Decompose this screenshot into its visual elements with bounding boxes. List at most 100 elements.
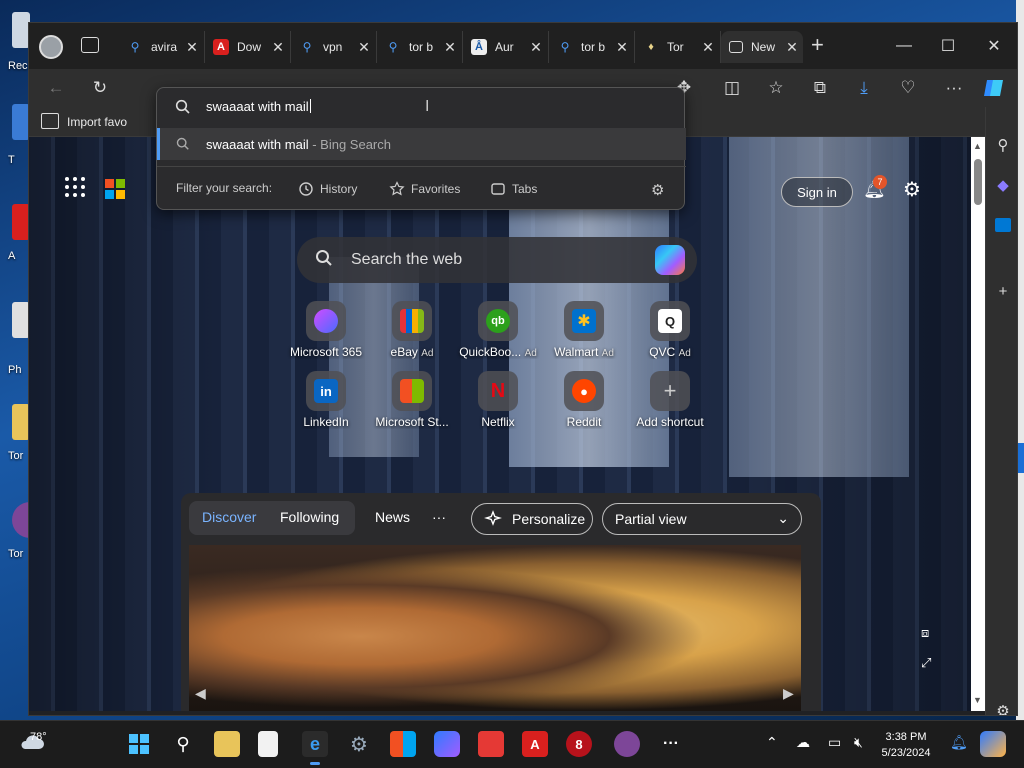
avira-taskbar-icon[interactable]: A [522,731,548,757]
volume-muted-icon[interactable]: 🔇︎ [854,734,863,751]
desktop-icon-5[interactable]: Tor [0,498,30,568]
view-mode-dropdown[interactable]: Partial view ⌄ [602,503,802,535]
news-hero-image[interactable]: ◀ ▶ [189,545,801,711]
tab-3[interactable]: ⚲ vpn ✕ [291,31,377,63]
app-launcher-icon[interactable] [65,177,85,197]
scroll-up-icon[interactable]: ▲ [973,141,982,151]
suggestion-bing-search[interactable]: swaaaat with mail - Bing Search [157,128,686,160]
close-tab-icon[interactable]: ✕ [357,39,371,56]
desktop-icon-3[interactable]: Ph [0,298,30,376]
display-icon[interactable]: ▭ [828,734,841,751]
profile-avatar[interactable] [39,35,63,59]
tab-2[interactable]: A Dow ✕ [205,31,291,63]
copilot-app-icon[interactable] [434,731,460,757]
favorites-button[interactable]: ☆ [761,73,791,103]
app-red-icon[interactable] [478,731,504,757]
system-clock[interactable]: 3:38 PM 5/23/2024 [868,729,944,761]
downloads-button[interactable]: ⤓ [849,73,879,103]
tab-discover[interactable]: Discover [202,509,256,525]
tab-following[interactable]: Following [280,509,339,525]
cloud-offline-icon[interactable]: ☁ [796,734,810,751]
expand-icon[interactable]: ⤢ [921,655,931,671]
filter-favorites[interactable]: Favorites [389,181,460,197]
shortcut-quickbooks[interactable]: qb QuickBoo... Ad [453,301,543,367]
back-button[interactable]: ← [41,73,71,103]
close-tab-icon[interactable]: ✕ [529,39,543,56]
shortcut-netflix[interactable]: N Netflix [453,371,543,437]
desktop-icon-4[interactable]: Tor [0,400,30,470]
new-tab-button[interactable]: + [811,34,824,56]
close-tab-icon[interactable]: ✕ [785,39,799,56]
filter-tabs[interactable]: Tabs [490,181,537,197]
more-apps-icon[interactable]: ··· [658,731,684,757]
notifications-bell-icon[interactable]: 🔔︎ [950,734,968,751]
minimize-button[interactable]: — [881,31,927,61]
weather-widget[interactable]: 78° [18,731,47,756]
taskbar-search-icon[interactable]: ⚲ [170,731,196,757]
carousel-next-icon[interactable]: ▶ [783,685,794,702]
security-app-icon[interactable]: 8 [566,731,592,757]
microsoft-store-icon[interactable] [390,731,416,757]
address-input[interactable]: swaaaat with mail [206,99,311,114]
browser-essentials-button[interactable]: ♡ [893,73,923,103]
shortcut-qvc[interactable]: Q QVC Ad [625,301,715,367]
tab-news[interactable]: News [375,509,410,525]
tab-8-active[interactable]: New ✕ [721,31,803,63]
refresh-button[interactable]: ↻ [85,73,115,103]
add-shortcut-button[interactable]: + Add shortcut [625,371,715,437]
tor-browser-taskbar-icon[interactable] [614,731,640,757]
sidebar-settings-icon[interactable]: ⚙ [991,699,1015,715]
shortcut-linkedin[interactable]: in LinkedIn [281,371,371,437]
sidebar-outlook-icon[interactable] [991,213,1015,237]
close-window-button[interactable]: ✕ [971,31,1017,61]
carousel-prev-icon[interactable]: ◀ [195,685,206,702]
scroll-down-icon[interactable]: ▼ [973,695,982,705]
search-settings-gear-icon[interactable]: ⚙ [651,181,664,199]
page-settings-gear-icon[interactable]: ⚙ [903,177,921,202]
maximize-button[interactable]: ☐ [925,31,971,61]
desktop-icon-1[interactable]: T [0,100,30,170]
tab-6[interactable]: ⚲ tor b ✕ [549,31,635,63]
notepad-icon[interactable] [258,731,278,757]
close-tab-icon[interactable]: ✕ [185,39,199,56]
more-tabs-button[interactable]: ··· [432,509,446,525]
split-screen-button[interactable]: ◫ [717,73,747,103]
copilot-pre-icon[interactable] [980,731,1006,757]
sign-in-button[interactable]: Sign in [781,177,853,207]
background-image-info-icon[interactable]: ⧈ [921,625,929,641]
filter-history[interactable]: History [298,181,357,197]
page-scrollbar[interactable]: ▲ ▼ [971,137,985,711]
settings-more-button[interactable]: ··· [939,73,969,103]
shortcut-microsoft-365[interactable]: Microsoft 365 [281,301,371,367]
sidebar-search-icon[interactable]: ⚲ [991,133,1015,157]
desktop-icon-2[interactable]: A [0,200,30,270]
tab-4[interactable]: ⚲ tor b ✕ [377,31,463,63]
shortcut-microsoft-store[interactable]: Microsoft St... [367,371,457,437]
copilot-button[interactable] [979,73,1009,103]
tab-actions-icon[interactable] [81,37,99,53]
web-search-box[interactable]: Search the web [297,237,697,283]
scrollbar-thumb[interactable] [974,159,982,205]
close-tab-icon[interactable]: ✕ [443,39,457,56]
close-tab-icon[interactable]: ✕ [615,39,629,56]
start-button[interactable] [126,731,152,757]
collections-button[interactable]: ⧉ [805,73,835,103]
sidebar-add-icon[interactable]: + [991,279,1015,303]
file-explorer-icon[interactable] [214,731,240,757]
personalize-button[interactable]: Personalize [471,503,593,535]
address-input-row[interactable]: swaaaat with mail I [157,88,686,126]
tray-overflow-chevron-icon[interactable]: ⌃ [766,734,778,751]
settings-app-icon[interactable]: ⚙ [346,731,372,757]
shortcut-walmart[interactable]: ✱ Walmart Ad [539,301,629,367]
internet-explorer-icon[interactable]: e [302,731,328,765]
close-tab-icon[interactable]: ✕ [701,39,715,56]
copilot-icon[interactable] [655,245,685,275]
tab-5[interactable]: Å Aur ✕ [463,31,549,63]
close-tab-icon[interactable]: ✕ [271,39,285,56]
desktop-icon-recycle-bin[interactable]: Rec [0,8,30,78]
sidebar-copilot-icon[interactable]: ◆ [991,173,1015,197]
tab-1[interactable]: ⚲ avira ✕ [119,31,205,63]
import-favorites-link[interactable]: Import favo [67,115,127,129]
shortcut-reddit[interactable]: ● Reddit [539,371,629,437]
shortcut-ebay[interactable]: eBay Ad [367,301,457,367]
